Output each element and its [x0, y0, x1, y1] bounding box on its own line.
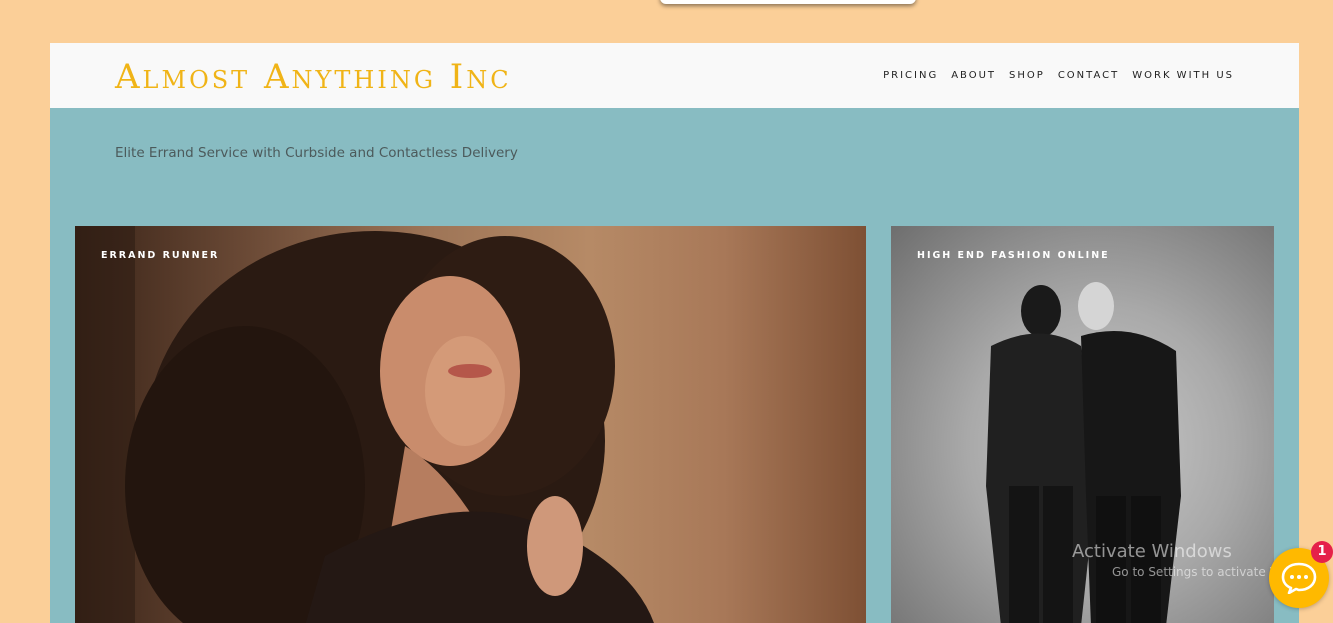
nav-link-pricing[interactable]: PRICING: [883, 69, 938, 83]
card-errand-runner[interactable]: ERRAND RUNNER: [75, 226, 866, 623]
speech-bubble-icon: [1281, 562, 1317, 594]
site-tagline: Elite Errand Service with Curbside and C…: [115, 145, 518, 161]
card-label-errand-runner: ERRAND RUNNER: [101, 250, 220, 261]
notification-badge: 1: [1311, 541, 1333, 563]
site-container: Almost Anything Inc PRICING ABOUT SHOP C…: [50, 43, 1299, 623]
main-nav: PRICING ABOUT SHOP CONTACT WORK WITH US: [883, 69, 1234, 83]
nav-link-about[interactable]: ABOUT: [951, 69, 996, 83]
card-label-high-end-fashion: HIGH END FASHION ONLINE: [917, 250, 1110, 261]
nav-link-contact[interactable]: CONTACT: [1058, 69, 1119, 83]
nav-link-work-with-us[interactable]: WORK WITH US: [1132, 69, 1234, 83]
top-popup-edge: [660, 0, 916, 4]
nav-link-shop[interactable]: SHOP: [1009, 69, 1045, 83]
site-title[interactable]: Almost Anything Inc: [115, 57, 512, 97]
woman-portrait-photo: [75, 226, 654, 623]
site-header: Almost Anything Inc PRICING ABOUT SHOP C…: [50, 43, 1299, 108]
